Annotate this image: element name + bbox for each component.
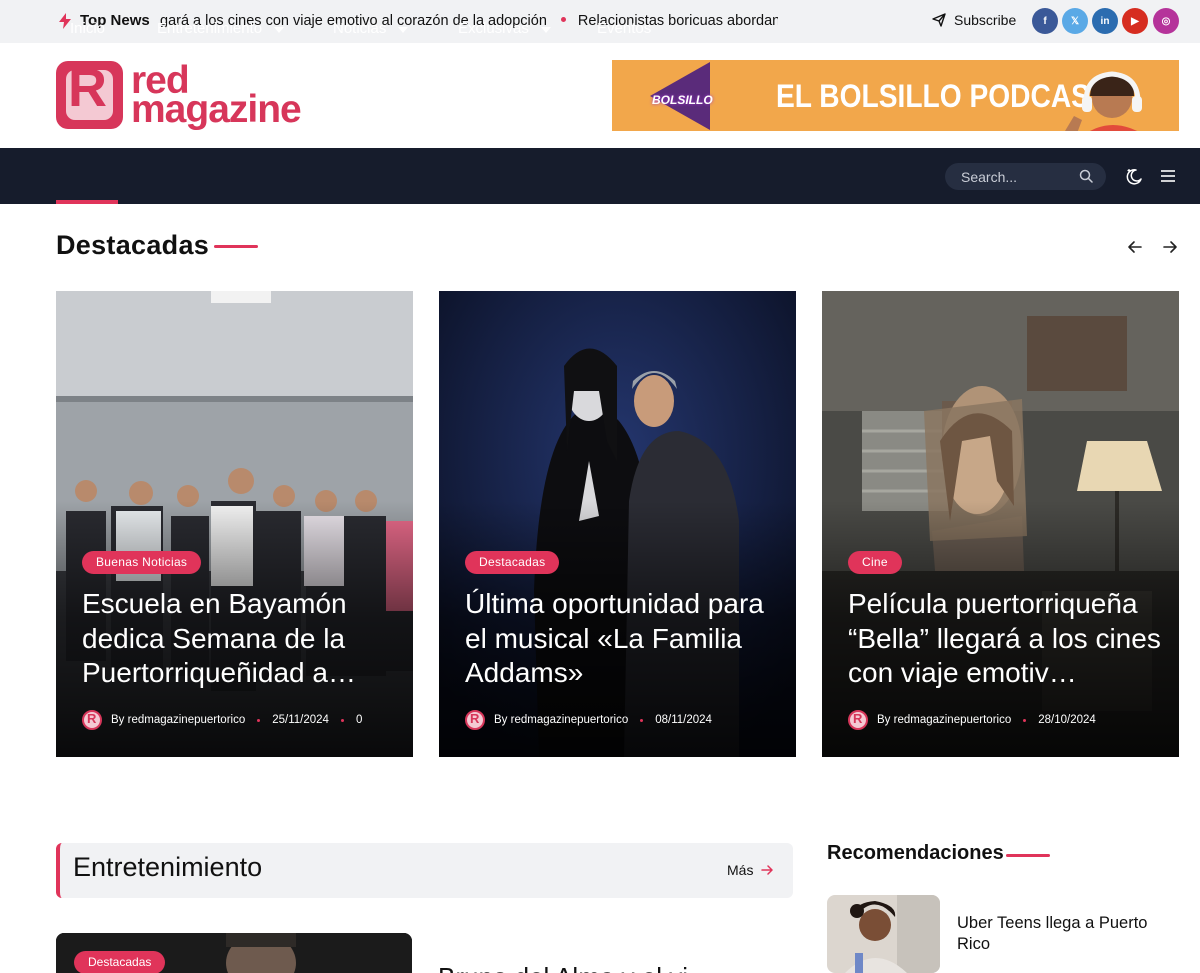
search-icon[interactable] xyxy=(1079,169,1093,183)
chevron-down-icon xyxy=(540,26,551,33)
subscribe-label: Subscribe xyxy=(954,12,1017,28)
title-accent-line xyxy=(1006,854,1050,857)
recommendations-title: Recomendaciones xyxy=(827,842,1004,864)
dark-mode-toggle-icon[interactable] xyxy=(1125,167,1143,185)
author-avatar xyxy=(82,710,102,730)
card-title[interactable]: Película puertorriqueña “Bella” llegará … xyxy=(848,587,1163,691)
chevron-down-icon xyxy=(398,26,409,33)
podcast-banner-ad[interactable]: BOLSILLO EL BOLSILLO PODCAST xyxy=(612,60,1179,131)
author-name[interactable]: By redmagazinepuertorico xyxy=(111,714,245,726)
category-badge[interactable]: Destacadas xyxy=(465,551,560,574)
logo-mark: R xyxy=(68,58,107,118)
arrow-right-icon[interactable] xyxy=(1161,238,1179,256)
author-avatar xyxy=(848,710,868,730)
entretenimiento-title[interactable]: Entretenimiento xyxy=(73,852,262,883)
active-nav-indicator xyxy=(56,200,118,204)
title-accent-line xyxy=(214,245,258,248)
article-title[interactable]: Bruno del Alma y el vi xyxy=(438,962,788,973)
hamburger-menu-icon[interactable] xyxy=(1161,170,1175,182)
instagram-icon[interactable]: ◎ xyxy=(1153,8,1179,34)
author-avatar xyxy=(465,710,485,730)
card-title[interactable]: Última oportunidad para el musical «La F… xyxy=(465,587,780,691)
arrow-right-icon xyxy=(761,865,774,875)
recommendation-title[interactable]: Uber Teens llega a Puerto Rico xyxy=(957,913,1172,955)
recommendation-thumbnail[interactable] xyxy=(827,895,940,973)
more-link[interactable]: Más xyxy=(727,862,774,878)
post-date: 25/11/2024 xyxy=(272,714,329,726)
featured-section-title: Destacadas xyxy=(56,230,210,260)
card-title[interactable]: Escuela en Bayamón dedica Semana de la P… xyxy=(82,587,397,691)
category-badge[interactable]: Buenas Noticias xyxy=(82,551,202,574)
card-meta: By redmagazinepuertorico 25/11/2024 0 xyxy=(82,710,362,730)
logo-text-magazine[interactable]: magazine xyxy=(131,90,302,129)
nav-item-eventos[interactable]: Eventos xyxy=(597,20,651,37)
card-meta: By redmagazinepuertorico 28/10/2024 xyxy=(848,710,1096,730)
author-name[interactable]: By redmagazinepuertorico xyxy=(494,714,628,726)
post-date: 08/11/2024 xyxy=(655,714,712,726)
banner-person-image xyxy=(1065,71,1142,131)
banner-subtitle: BOLSILLO xyxy=(652,93,713,107)
card-meta: By redmagazinepuertorico 08/11/2024 xyxy=(465,710,712,730)
arrow-left-icon[interactable] xyxy=(1126,238,1144,256)
facebook-icon[interactable]: f xyxy=(1032,8,1058,34)
chevron-down-icon xyxy=(274,26,285,33)
category-badge[interactable]: Cine xyxy=(848,551,902,574)
featured-card[interactable]: Destacadas Última oportunidad para el mu… xyxy=(439,291,796,757)
nav-label: Exclusivas xyxy=(458,20,529,37)
nav-label: Entretenimiento xyxy=(157,20,263,37)
nav-label: Noticias xyxy=(333,20,387,37)
nav-item-noticias[interactable]: Noticias xyxy=(333,20,409,37)
youtube-icon[interactable]: ▶ xyxy=(1122,8,1148,34)
search-input[interactable] xyxy=(961,168,1071,186)
site-logo[interactable]: R xyxy=(56,58,123,129)
comment-count[interactable]: 0 xyxy=(356,714,362,726)
send-icon xyxy=(932,13,946,27)
post-date: 28/10/2024 xyxy=(1038,714,1096,726)
linkedin-icon[interactable]: in xyxy=(1092,8,1118,34)
featured-card[interactable]: Buenas Noticias Escuela en Bayamón dedic… xyxy=(56,291,413,757)
subscribe-link[interactable]: Subscribe xyxy=(932,12,1016,28)
ticker-separator xyxy=(560,17,566,23)
nav-item-exclusivas[interactable]: Exclusivas xyxy=(458,20,551,37)
nav-item-entretenimiento[interactable]: Entretenimiento xyxy=(157,20,285,37)
nav-label: Eventos xyxy=(597,20,652,37)
nav-label: Inicio xyxy=(70,20,106,37)
author-name[interactable]: By redmagazinepuertorico xyxy=(877,714,1011,726)
nav-item-inicio[interactable]: Inicio xyxy=(70,20,105,37)
category-badge[interactable]: Destacadas xyxy=(74,951,166,973)
more-label: Más xyxy=(727,862,754,878)
featured-card[interactable]: Cine Película puertorriqueña “Bella” lle… xyxy=(822,291,1179,757)
x-icon[interactable]: 𝕏 xyxy=(1062,8,1088,34)
